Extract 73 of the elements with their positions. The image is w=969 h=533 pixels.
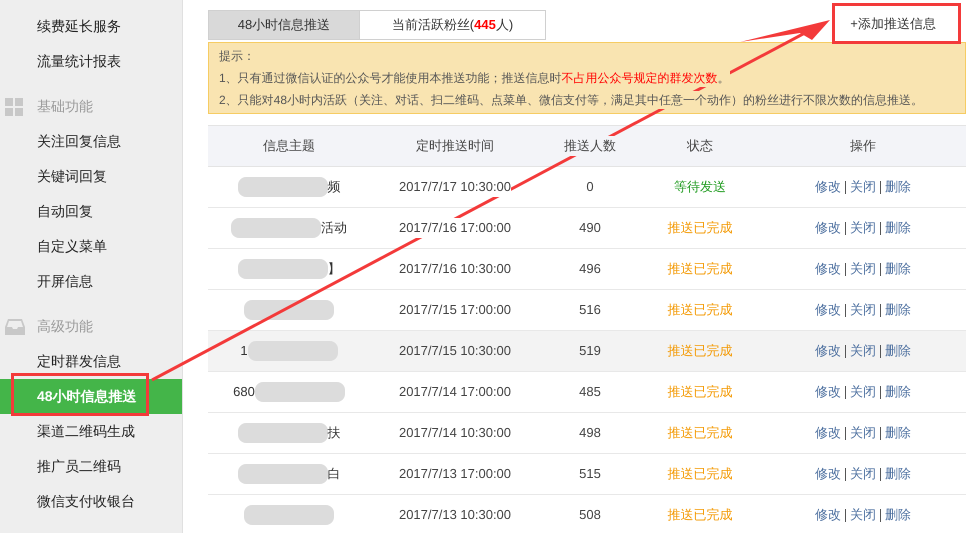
sidebar-item[interactable]: 关注回复信息 xyxy=(0,124,182,159)
action-link[interactable]: 删除 xyxy=(885,259,911,279)
notice-text: 1、只有通过微信认证的公众号才能使用本推送功能；推送信息时不占用公众号规定的群发次数。 xyxy=(219,69,730,87)
action-link[interactable]: 修改 xyxy=(815,341,841,361)
status-text: 推送已完成 xyxy=(668,465,732,484)
table-cell-text: 频 xyxy=(328,178,340,196)
sidebar-item[interactable]: 关键词回复 xyxy=(0,159,182,194)
table-cell-text: 活动 xyxy=(321,219,347,238)
action-link[interactable]: 关闭 xyxy=(850,259,876,279)
action-link[interactable]: 关闭 xyxy=(850,300,876,320)
action-link[interactable]: 修改 xyxy=(815,382,841,402)
table-cell-text: 1 xyxy=(240,342,248,360)
action-link[interactable]: 关闭 xyxy=(850,177,876,197)
status-text: 推送已完成 xyxy=(668,260,732,278)
status-text: 推送已完成 xyxy=(668,506,732,524)
section-label: 高级功能 xyxy=(37,317,93,336)
table-cell-text: 519 xyxy=(579,342,601,360)
table-cell-text: 516 xyxy=(579,301,601,320)
action-link[interactable]: 修改 xyxy=(815,505,841,525)
sidebar-item[interactable]: 微信支付收银台 xyxy=(0,484,182,519)
action-link[interactable]: 修改 xyxy=(815,464,841,484)
column-header: 推送人数 xyxy=(564,136,616,156)
table-cell-text: 508 xyxy=(579,506,601,524)
sidebar-item[interactable]: 开屏信息 xyxy=(0,264,182,299)
table-cell-text: 0 xyxy=(586,178,594,196)
table-cell-text: 白 xyxy=(328,465,340,484)
table-cell-text: 】 xyxy=(328,260,340,278)
action-link[interactable]: 删除 xyxy=(885,505,911,525)
action-link[interactable]: 删除 xyxy=(885,341,911,361)
action-link[interactable]: 关闭 xyxy=(850,341,876,361)
table-cell-text: 498 xyxy=(579,424,601,442)
action-link[interactable]: 关闭 xyxy=(850,505,876,525)
status-text: 推送已完成 xyxy=(668,301,732,320)
status-text: 等待发送 xyxy=(674,178,726,196)
action-link[interactable]: 修改 xyxy=(815,300,841,320)
action-link[interactable]: 修改 xyxy=(815,177,841,197)
inbox-icon xyxy=(5,318,25,334)
sidebar-item[interactable]: 推广员二维码 xyxy=(0,449,182,484)
sidebar-item[interactable]: 续费延长服务 xyxy=(0,9,182,44)
action-link[interactable]: 删除 xyxy=(885,177,911,197)
sidebar-item[interactable]: 流量统计报表 xyxy=(0,44,182,79)
action-link[interactable]: 删除 xyxy=(885,382,911,402)
sidebar-item[interactable]: 48小时信息推送 xyxy=(0,379,182,414)
table-cell-text: 485 xyxy=(579,383,601,402)
action-link[interactable]: 关闭 xyxy=(850,382,876,402)
action-link[interactable]: 删除 xyxy=(885,464,911,484)
table-cell-text: 490 xyxy=(579,219,601,238)
tab[interactable]: 48小时信息推送 xyxy=(209,11,359,39)
action-link[interactable]: 修改 xyxy=(815,423,841,443)
status-text: 推送已完成 xyxy=(668,383,732,402)
action-link[interactable]: 修改 xyxy=(815,259,841,279)
action-link[interactable]: 关闭 xyxy=(850,218,876,238)
action-link[interactable]: 删除 xyxy=(885,218,911,238)
status-text: 推送已完成 xyxy=(668,342,732,360)
action-link[interactable]: 修改 xyxy=(815,218,841,238)
grid-icon xyxy=(5,98,23,116)
action-link[interactable]: 关闭 xyxy=(850,423,876,443)
action-link[interactable]: 关闭 xyxy=(850,464,876,484)
section-label: 基础功能 xyxy=(37,97,93,116)
table-cell: 2017/7/16 17:00:00 xyxy=(398,218,512,238)
sidebar-item[interactable]: 定时群发信息 xyxy=(0,344,182,379)
sidebar-item[interactable]: 自定义菜单 xyxy=(0,229,182,264)
table-cell-text: 515 xyxy=(579,465,601,484)
status-text: 推送已完成 xyxy=(668,219,732,238)
sidebar-item[interactable]: 自动回复 xyxy=(0,194,182,229)
notice-title: 提示： xyxy=(219,48,256,65)
status-text: 推送已完成 xyxy=(668,424,732,442)
action-link[interactable]: 删除 xyxy=(885,300,911,320)
table-cell-text: 扶 xyxy=(328,424,340,442)
action-link[interactable]: 删除 xyxy=(885,423,911,443)
table-cell-text: 680 xyxy=(233,383,255,402)
sidebar-item[interactable]: 渠道二维码生成 xyxy=(0,414,182,449)
table-cell-text: 496 xyxy=(579,260,601,278)
